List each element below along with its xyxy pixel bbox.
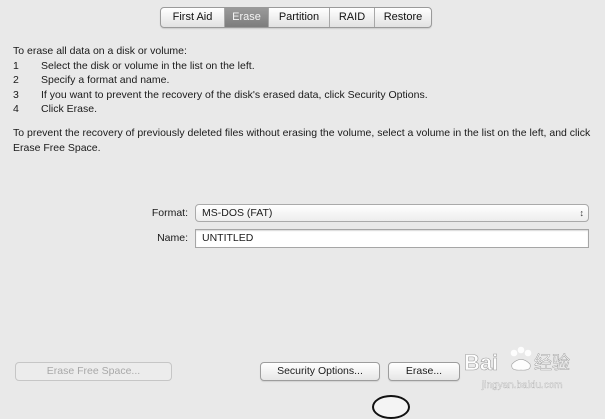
format-label: Format: xyxy=(151,207,188,219)
instruction-step: 1 Select the disk or volume in the list … xyxy=(13,59,428,74)
tab-partition[interactable]: Partition xyxy=(269,8,330,27)
step-number: 3 xyxy=(13,88,19,101)
tab-restore[interactable]: Restore xyxy=(375,8,431,27)
instruction-step: 4 Click Erase. xyxy=(13,102,428,117)
name-label: Name: xyxy=(157,232,188,244)
erase-button[interactable]: Erase... xyxy=(388,362,460,381)
erase-free-space-button[interactable]: Erase Free Space... xyxy=(15,362,172,381)
baidu-paw-logo-icon: Bai 经验 jingyan.baidu.com xyxy=(464,346,570,391)
security-options-button[interactable]: Security Options... xyxy=(260,362,380,381)
tab-bar: First Aid Erase Partition RAID Restore xyxy=(160,7,432,28)
step-text: If you want to prevent the recovery of t… xyxy=(41,88,428,101)
format-select[interactable]: MS-DOS (FAT) ↕ xyxy=(195,204,589,222)
instructions-intro: To erase all data on a disk or volume: xyxy=(13,45,187,57)
name-value: UNTITLED xyxy=(202,232,254,244)
cursor-icon xyxy=(372,395,410,419)
free-space-note: To prevent the recovery of previously de… xyxy=(13,127,591,154)
step-number: 2 xyxy=(13,74,19,86)
step-number: 4 xyxy=(13,103,19,115)
svg-text:Bai: Bai xyxy=(464,350,498,375)
instruction-step: 3 If you want to prevent the recovery of… xyxy=(13,88,428,103)
tab-first-aid[interactable]: First Aid xyxy=(161,8,225,27)
baidu-jingyan-watermark: Bai 经验 jingyan.baidu.com xyxy=(462,344,602,394)
step-number: 1 xyxy=(13,59,19,72)
format-value: MS-DOS (FAT) xyxy=(202,207,273,219)
svg-text:jingyan.baidu.com: jingyan.baidu.com xyxy=(481,380,563,391)
step-text: Select the disk or volume in the list on… xyxy=(41,59,255,72)
instruction-step: 2 Specify a format and name. xyxy=(13,73,428,88)
step-text: Specify a format and name. xyxy=(41,74,170,86)
tab-erase[interactable]: Erase xyxy=(225,8,269,27)
erase-instructions: To erase all data on a disk or volume: 1… xyxy=(13,44,428,117)
svg-text:经验: 经验 xyxy=(534,353,570,374)
name-field[interactable]: UNTITLED xyxy=(195,229,589,248)
step-text: Click Erase. xyxy=(41,103,98,115)
tab-raid[interactable]: RAID xyxy=(330,8,375,27)
updown-arrows-icon: ↕ xyxy=(579,208,585,218)
